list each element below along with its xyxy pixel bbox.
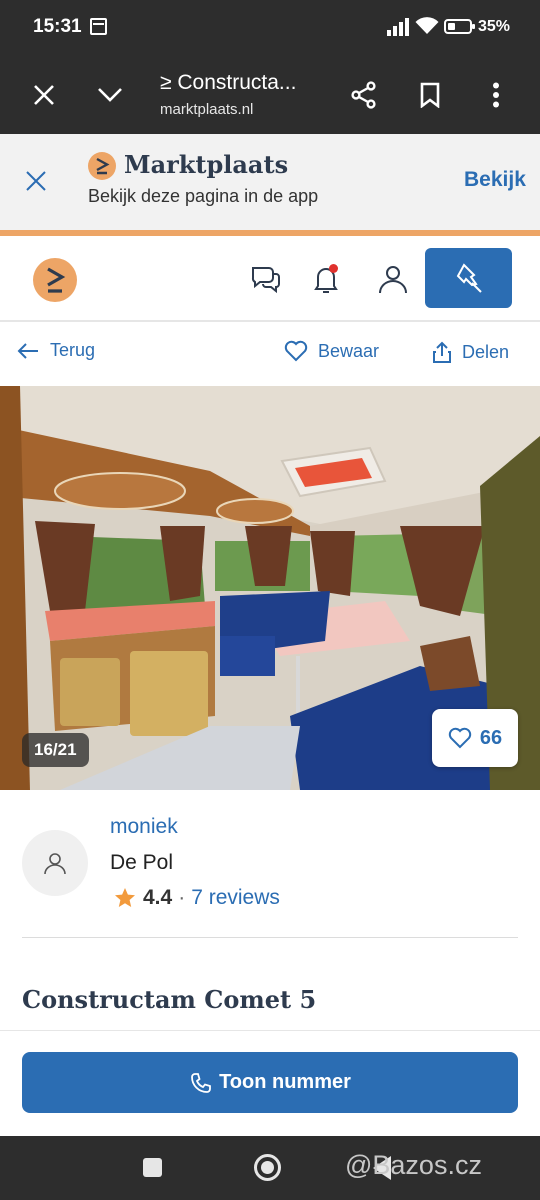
home-icon[interactable]: [254, 1154, 281, 1181]
close-icon[interactable]: [20, 56, 68, 134]
share-icon[interactable]: [340, 56, 388, 134]
calendar-icon: [90, 18, 107, 35]
seller-name[interactable]: moniek: [110, 815, 178, 839]
notification-dot: [329, 264, 338, 273]
app-banner: [0, 134, 540, 230]
show-number-button[interactable]: Toon nummer: [22, 1052, 518, 1113]
status-bar: 15:31 35%: [0, 0, 540, 56]
marktplaats-logo: [88, 152, 116, 180]
battery-percent: 35%: [478, 18, 511, 35]
show-number-label: Toon nummer: [219, 1071, 351, 1093]
save-button[interactable]: Bewaar: [284, 340, 379, 362]
user-icon: [44, 853, 66, 875]
photo-counter: 16/21: [22, 733, 89, 767]
chevron-down-icon[interactable]: [86, 56, 134, 134]
heart-icon: [284, 340, 308, 362]
share-label: Delen: [462, 341, 510, 362]
bookmark-icon[interactable]: [406, 56, 454, 134]
site-logo[interactable]: [33, 258, 77, 302]
app-banner-subtitle: Bekijk deze pagina in de app: [88, 186, 319, 206]
save-label: Bewaar: [318, 340, 380, 361]
reviews-link[interactable]: 7 reviews: [191, 886, 280, 910]
battery-icon: [444, 19, 475, 34]
rating-separator: ·: [178, 886, 186, 909]
arrow-left-icon: [17, 342, 38, 359]
heart-icon: [448, 727, 472, 749]
page-url: marktplaats.nl: [160, 101, 254, 118]
rating-value: 4.4: [143, 886, 173, 909]
phone-icon: [191, 1072, 211, 1093]
back-link[interactable]: Terug: [16, 340, 95, 361]
chat-icon[interactable]: [249, 262, 283, 296]
site-header: [0, 236, 540, 322]
browser-toolbar: ≥ Constructa... marktplaats.nl: [0, 56, 540, 134]
star-icon: [115, 888, 135, 907]
share-button[interactable]: Delen: [432, 340, 509, 364]
place-ad-button[interactable]: [425, 248, 512, 308]
favorite-button[interactable]: 66: [432, 709, 518, 767]
avatar[interactable]: [22, 830, 88, 896]
notifications-button[interactable]: [309, 262, 343, 296]
divider: [22, 937, 518, 938]
page-title: ≥ Constructa...: [160, 71, 297, 94]
back-label: Terug: [50, 340, 96, 360]
watermark: @Bazos.cz: [345, 1150, 482, 1180]
signal-icon: [387, 18, 409, 36]
wifi-icon: [415, 17, 439, 34]
open-in-app-link[interactable]: Bekijk: [464, 168, 526, 192]
more-vert-icon[interactable]: [472, 56, 520, 134]
listing-title: Constructam Comet 5: [22, 985, 317, 1014]
user-icon[interactable]: [376, 262, 410, 296]
pin-icon: [456, 263, 482, 293]
share-icon: [433, 341, 451, 363]
seller-location: De Pol: [110, 851, 174, 874]
seller-rating: 4.4 · 7 reviews: [113, 886, 280, 910]
recents-icon[interactable]: [143, 1158, 162, 1177]
listing-actions: Terug Bewaar Delen: [0, 322, 540, 386]
status-time: 15:31: [33, 16, 82, 37]
favorite-count: 66: [479, 726, 503, 749]
close-icon[interactable]: [20, 165, 52, 197]
app-name: Marktplaats: [124, 150, 289, 179]
